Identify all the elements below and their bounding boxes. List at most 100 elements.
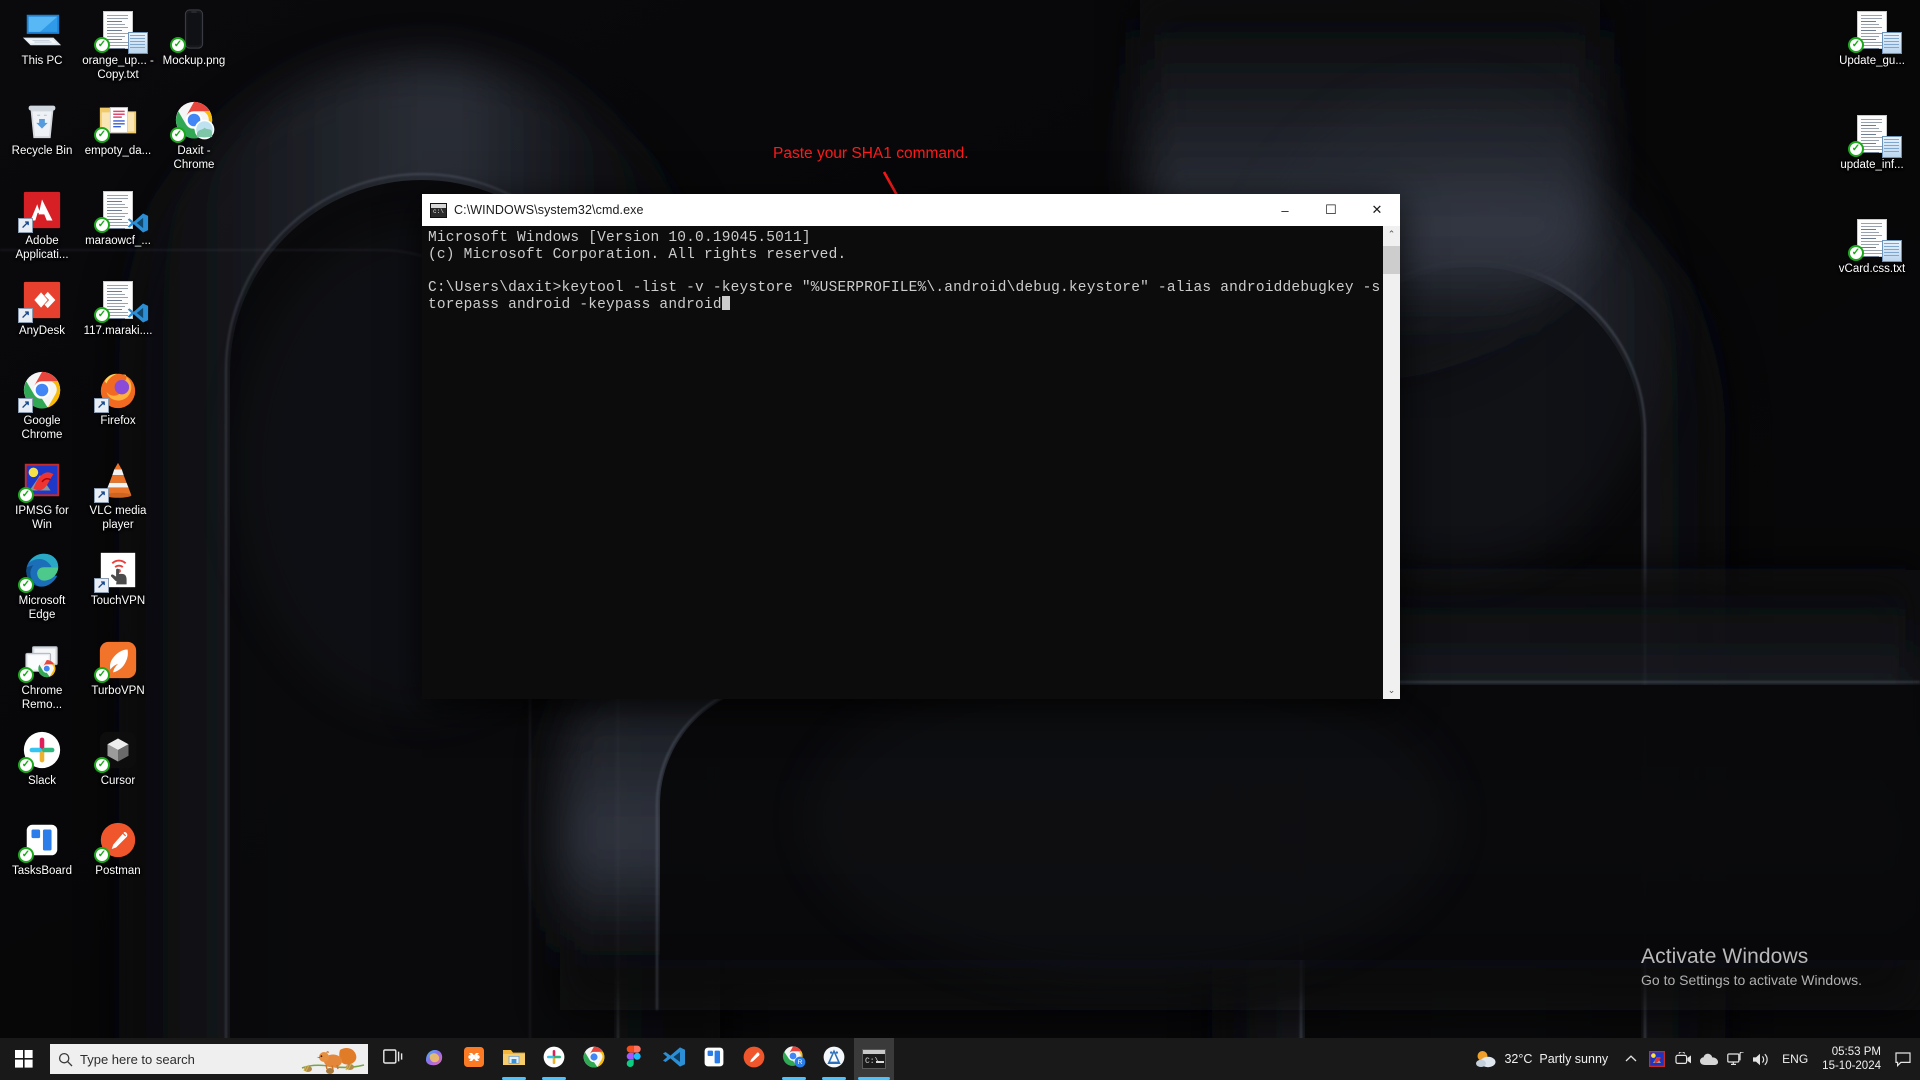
visual-studio-code-icon: [662, 1046, 686, 1073]
desktop-icon-tasksboard[interactable]: ✓TasksBoard: [4, 814, 80, 904]
chrome-icon: [20, 368, 64, 412]
taskbar-button-command-prompt[interactable]: C:\: [854, 1038, 894, 1080]
slack-icon: [543, 1046, 565, 1073]
tray-overflow-chevron-icon[interactable]: [1618, 1038, 1644, 1080]
shortcut-arrow-badge-icon: [18, 218, 33, 233]
taskbar-button-google-chrome[interactable]: [574, 1038, 614, 1080]
taskbar-button-postman[interactable]: [734, 1038, 774, 1080]
desktop-icon-this-pc[interactable]: This PC: [4, 4, 80, 94]
clock-date: 15-10-2024: [1822, 1059, 1881, 1073]
sync-check-badge-icon: ✓: [18, 487, 34, 503]
taskbar-button-android-studio[interactable]: [814, 1038, 854, 1080]
desktop-icon-label: Mockup.png: [157, 55, 231, 69]
desktop-icons-left: This PC✓orange_up... - Copy.txt✓Mockup.p…: [4, 4, 232, 904]
taskbar-button-visual-studio-code[interactable]: [654, 1038, 694, 1080]
sync-check-badge-icon: ✓: [94, 757, 110, 773]
taskbar-button-task-view[interactable]: [374, 1038, 414, 1080]
desktop-icon-firefox[interactable]: Firefox: [80, 364, 156, 454]
desktop-icon-empoty-da[interactable]: ✓empoty_da...: [80, 94, 156, 184]
shortcut-arrow-badge-icon: [94, 398, 109, 413]
scroll-down-arrow-icon[interactable]: ⌄: [1383, 682, 1400, 699]
desktop-icon-microsoft-edge[interactable]: ✓Microsoft Edge: [4, 544, 80, 634]
desktop-icon-adobe-applicati[interactable]: Adobe Applicati...: [4, 184, 80, 274]
desktop-icon-postman[interactable]: ✓ Postman: [80, 814, 156, 904]
volume-icon[interactable]: [1748, 1038, 1774, 1080]
taskbar-button-chrome-remote-desktop[interactable]: R: [774, 1038, 814, 1080]
desktop-icon-anydesk[interactable]: AnyDesk: [4, 274, 80, 364]
desktop-icon-slack[interactable]: ✓Slack: [4, 724, 80, 814]
shortcut-arrow-badge-icon: [18, 398, 33, 413]
figma-icon: [626, 1045, 642, 1073]
taskbar-button-xampp[interactable]: [454, 1038, 494, 1080]
desktop-icon-update-gu[interactable]: ✓Update_gu...: [1834, 4, 1910, 108]
taskbar-button-file-explorer[interactable]: [494, 1038, 534, 1080]
search-icon: [50, 1052, 80, 1067]
postman-icon: ✓: [96, 818, 140, 862]
desktop-icon-maraowcf[interactable]: ✓maraowcf_...: [80, 184, 156, 274]
desktop-icon-label: orange_up... - Copy.txt: [81, 55, 155, 82]
ipmsg-tray-icon[interactable]: [1644, 1038, 1670, 1080]
taskbar-button-slack[interactable]: [534, 1038, 574, 1080]
desktop-icon-update-inf[interactable]: ✓update_inf...: [1834, 108, 1910, 212]
scroll-up-arrow-icon[interactable]: ⌃: [1383, 226, 1400, 243]
desktop-icon-ipmsg-for-win[interactable]: ✓IPMSG for Win: [4, 454, 80, 544]
desktop-icon-daxit-chrome[interactable]: ✓ Daxit - Chrome: [156, 94, 232, 184]
desktop-icon-chrome-remo[interactable]: ✓Chrome Remo...: [4, 634, 80, 724]
onedrive-icon[interactable]: [1696, 1038, 1722, 1080]
desktop-icon-turbovpn[interactable]: ✓TurboVPN: [80, 634, 156, 724]
sync-check-badge-icon: ✓: [94, 217, 110, 233]
console-caret: [722, 296, 730, 310]
screen-recorder-icon[interactable]: [1670, 1038, 1696, 1080]
taskbar-button-copilot[interactable]: [414, 1038, 454, 1080]
weather-widget[interactable]: 32°C Partly sunny: [1465, 1038, 1618, 1080]
text-document-icon: ✓: [1850, 216, 1894, 260]
command-prompt-window[interactable]: C:\WINDOWS\system32\cmd.exe – ☐ ✕ Micros…: [422, 194, 1400, 699]
language-indicator[interactable]: ENG: [1774, 1038, 1816, 1080]
partly-sunny-icon: [1475, 1049, 1497, 1069]
notification-bell-icon[interactable]: [1890, 1038, 1916, 1080]
desktop-icon-label: Update_gu...: [1835, 55, 1909, 69]
desktop-grid-spacer: [156, 544, 232, 634]
maximize-button[interactable]: ☐: [1308, 194, 1354, 226]
desktop-icon-117-maraki[interactable]: ✓117.maraki....: [80, 274, 156, 364]
squirrel-illustration-icon: [296, 1044, 368, 1074]
desktop-icon-cursor[interactable]: ✓ Cursor: [80, 724, 156, 814]
close-button[interactable]: ✕: [1354, 194, 1400, 226]
cmd-console-output[interactable]: Microsoft Windows [Version 10.0.19045.50…: [422, 226, 1383, 699]
android-studio-icon: [823, 1046, 845, 1073]
sync-check-badge-icon: ✓: [18, 847, 34, 863]
xampp-icon: [463, 1046, 485, 1073]
desktop-icon-label: Postman: [81, 865, 155, 879]
text-document-icon: ✓: [1850, 112, 1894, 156]
desktop-icon-label: Cursor: [81, 775, 155, 789]
desktop-icon-label: Firefox: [81, 415, 155, 429]
desktop-icon-label: 117.maraki....: [81, 325, 155, 339]
desktop-icon-vcard-css-txt[interactable]: ✓vCard.css.txt: [1834, 212, 1910, 316]
desktop-icon-orange-up-copy-txt[interactable]: ✓orange_up... - Copy.txt: [80, 4, 156, 94]
postman-icon: [743, 1046, 765, 1073]
taskbar-button-figma[interactable]: [614, 1038, 654, 1080]
desktop-icon-google-chrome[interactable]: Google Chrome: [4, 364, 80, 454]
cmd-console-icon: [430, 203, 447, 218]
desktop-icon-recycle-bin[interactable]: Recycle Bin: [4, 94, 80, 184]
taskbar-button-tasksboard[interactable]: [694, 1038, 734, 1080]
chrome-profile-icon: ✓: [172, 98, 216, 142]
desktop-icon-label: This PC: [5, 55, 79, 69]
clock[interactable]: 05:53 PM 15-10-2024: [1816, 1038, 1890, 1080]
desktop-icon-touchvpn[interactable]: TouchVPN: [80, 544, 156, 634]
desktop-icon-label: Adobe Applicati...: [5, 235, 79, 262]
start-button[interactable]: [0, 1038, 48, 1080]
minimize-button[interactable]: –: [1262, 194, 1308, 226]
scrollbar-track[interactable]: [1383, 243, 1400, 682]
cmd-scrollbar[interactable]: ⌃ ⌄: [1383, 226, 1400, 699]
desktop-icon-label: Chrome Remo...: [5, 685, 79, 712]
google-chrome-icon: [583, 1046, 605, 1073]
network-icon[interactable]: [1722, 1038, 1748, 1080]
search-input[interactable]: Type here to search: [50, 1044, 368, 1074]
desktop-icon-label: Daxit - Chrome: [157, 145, 231, 172]
desktop-icon-vlc-media-player[interactable]: VLC media player: [80, 454, 156, 544]
console-line: Microsoft Windows [Version 10.0.19045.50…: [428, 230, 1381, 247]
cmd-title-bar[interactable]: C:\WINDOWS\system32\cmd.exe – ☐ ✕: [422, 194, 1400, 226]
desktop-icon-mockup-png[interactable]: ✓Mockup.png: [156, 4, 232, 94]
scrollbar-thumb[interactable]: [1383, 246, 1400, 274]
